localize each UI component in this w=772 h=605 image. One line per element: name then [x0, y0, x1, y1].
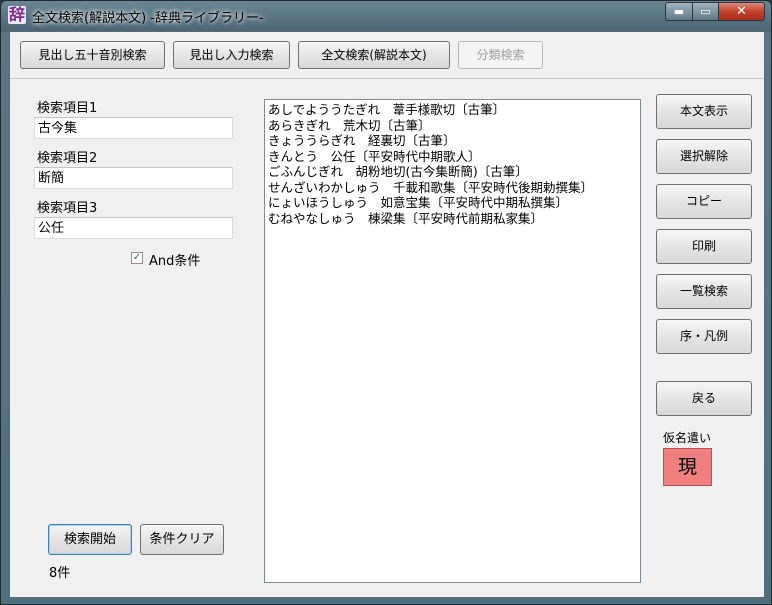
- minimize-button[interactable]: ▬: [665, 2, 693, 21]
- maximize-icon: ▭: [700, 5, 711, 18]
- category-search-button[interactable]: 分類検索: [458, 41, 543, 69]
- list-item[interactable]: きょううらぎれ 経裏切〔古筆〕: [268, 133, 637, 149]
- kana-usage-label: 仮名遣い: [663, 431, 712, 445]
- maximize-button[interactable]: ▭: [692, 2, 719, 21]
- results-list[interactable]: あしでよううたぎれ 葦手様歌切〔古筆〕 あらきぎれ 荒木切〔古筆〕 きょううらぎ…: [264, 99, 641, 583]
- list-search-button[interactable]: 一覧検索: [656, 274, 752, 309]
- toolbar: 見出し五十音別検索 見出し入力検索 全文検索(解説本文) 分類検索: [10, 32, 764, 79]
- clear-conditions-button[interactable]: 条件クリア: [140, 524, 224, 555]
- search-item1-field[interactable]: 古今集: [34, 117, 233, 139]
- heading-syllabary-search-button[interactable]: 見出し五十音別検索: [20, 41, 165, 69]
- search-item3-label: 検索項目3: [37, 201, 98, 216]
- list-item[interactable]: きんとう 公任〔平安時代中期歌人〕: [268, 149, 637, 165]
- close-icon: ✕: [736, 4, 747, 19]
- list-item[interactable]: あしでよううたぎれ 葦手様歌切〔古筆〕: [268, 102, 637, 118]
- window-title: 全文検索(解説本文) -辞典ライブラリー-: [32, 11, 264, 26]
- title-bar[interactable]: 辞 全文検索(解説本文) -辞典ライブラリー- ▬ ▭ ✕: [1, 1, 771, 29]
- show-text-button[interactable]: 本文表示: [656, 94, 752, 129]
- copy-button[interactable]: コピー: [656, 184, 752, 219]
- list-item[interactable]: むねやなしゅう 棟梁集〔平安時代前期私家集〕: [268, 211, 637, 227]
- close-button[interactable]: ✕: [718, 2, 765, 21]
- search-start-button[interactable]: 検索開始: [48, 524, 132, 555]
- search-item1-label: 検索項目1: [37, 101, 98, 116]
- result-count: 8件: [49, 566, 71, 581]
- list-item[interactable]: にょいほうしゅう 如意宝集〔平安時代中期私撰集〕: [268, 195, 637, 211]
- client-area: 見出し五十音別検索 見出し入力検索 全文検索(解説本文) 分類検索 検索項目1 …: [9, 31, 765, 598]
- app-window: 辞 全文検索(解説本文) -辞典ライブラリー- ▬ ▭ ✕ 見出し五十音別検索 …: [0, 0, 772, 605]
- kana-usage-toggle[interactable]: 現: [663, 448, 712, 486]
- deselect-button[interactable]: 選択解除: [656, 139, 752, 174]
- list-item[interactable]: ごふんじぎれ 胡粉地切(古今集断簡)〔古筆〕: [268, 164, 637, 180]
- and-condition-label[interactable]: And条件: [149, 250, 200, 269]
- fulltext-search-button[interactable]: 全文検索(解説本文): [298, 41, 450, 69]
- heading-input-search-button[interactable]: 見出し入力検索: [173, 41, 290, 69]
- print-button[interactable]: 印刷: [656, 229, 752, 264]
- search-item2-label: 検索項目2: [37, 151, 98, 166]
- list-item[interactable]: あらきぎれ 荒木切〔古筆〕: [268, 118, 637, 134]
- minimize-icon: ▬: [673, 5, 685, 18]
- back-button[interactable]: 戻る: [656, 381, 752, 416]
- app-icon: 辞: [8, 5, 26, 24]
- preface-button[interactable]: 序・凡例: [656, 319, 752, 354]
- and-condition-checkbox[interactable]: ✓: [131, 252, 143, 264]
- list-item[interactable]: せんざいわかしゅう 千載和歌集〔平安時代後期勅撰集〕: [268, 180, 637, 196]
- search-item3-field[interactable]: 公任: [34, 217, 233, 239]
- search-item2-field[interactable]: 断簡: [34, 167, 233, 189]
